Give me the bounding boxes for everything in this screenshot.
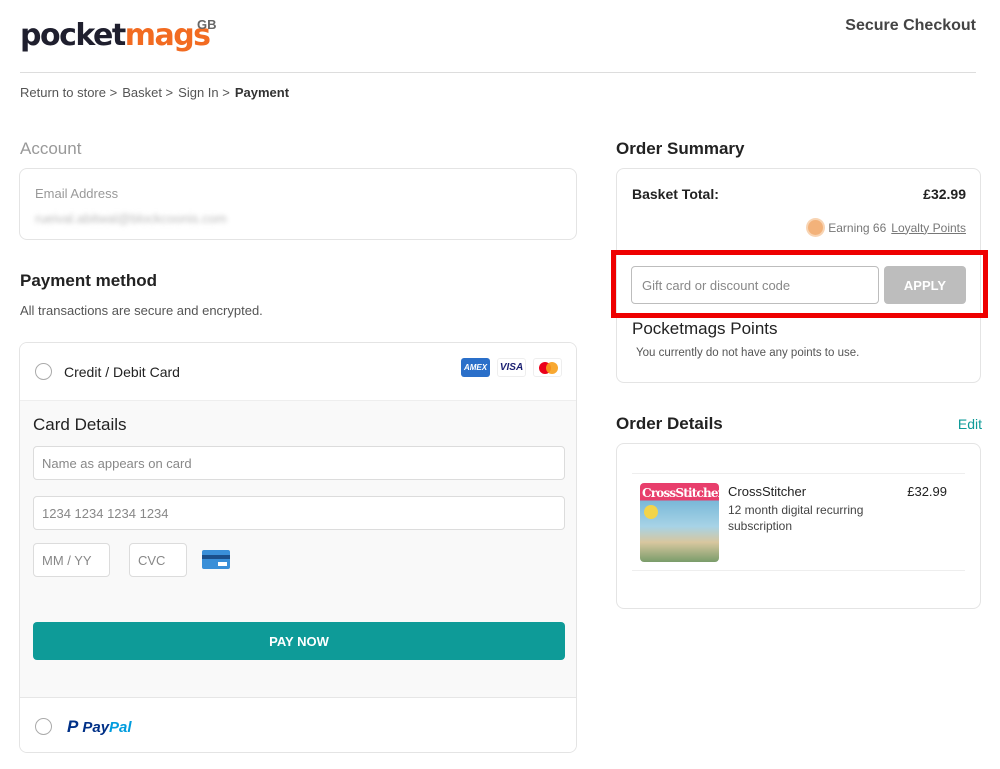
basket-total-value: £32.99 [923, 186, 966, 202]
order-summary-title: Order Summary [616, 139, 745, 158]
breadcrumb-return-to-store[interactable]: Return to store > [20, 85, 117, 100]
secure-checkout-label: Secure Checkout [845, 17, 976, 34]
pocketmags-points-title: Pocketmags Points [632, 319, 778, 338]
points-availability-text: You currently do not have any points to … [636, 347, 860, 359]
discount-highlight-box [611, 250, 988, 318]
order-details-title: Order Details [616, 414, 723, 433]
header-divider [20, 72, 976, 73]
expiry-input[interactable]: MM / YY [33, 543, 110, 577]
cover-badge-icon [644, 505, 658, 519]
payment-method-title: Payment method [20, 271, 157, 290]
mastercard-icon [533, 358, 562, 377]
account-box: Email Address rueival.abitwal@blockcooni… [19, 168, 577, 240]
paypal-option[interactable]: P PayPal [20, 697, 576, 752]
visa-icon: VISA [497, 358, 526, 377]
loyalty-badge-icon [808, 220, 824, 235]
breadcrumb: Return to store > Basket > Sign In > Pay… [20, 85, 289, 100]
paypal-radio[interactable] [35, 718, 52, 735]
payment-security-note: All transactions are secure and encrypte… [20, 303, 263, 318]
basket-total-label: Basket Total: [632, 186, 719, 202]
card-brand-logos: AMEX VISA [461, 358, 562, 377]
card-details-title: Card Details [33, 415, 127, 434]
paypal-icon: P [67, 717, 79, 736]
email-label: Email Address [35, 186, 119, 201]
loyalty-points-link[interactable]: Loyalty Points [891, 221, 966, 235]
product-name: CrossStitcher [728, 484, 807, 499]
card-back-icon [202, 550, 230, 569]
credit-card-option[interactable]: Credit / Debit Card AMEX VISA [20, 343, 576, 401]
pay-now-button[interactable]: PAY NOW [33, 622, 565, 660]
breadcrumb-payment: Payment [234, 85, 290, 100]
amex-icon: AMEX [461, 358, 490, 377]
product-price: £32.99 [907, 484, 947, 499]
breadcrumb-basket[interactable]: Basket > [122, 85, 173, 100]
paypal-text-pal: Pal [109, 718, 132, 736]
breadcrumb-sign-in[interactable]: Sign In > [178, 85, 230, 100]
payment-options-box: Credit / Debit Card AMEX VISA Card Detai… [19, 342, 577, 753]
order-item-divider-top [632, 473, 965, 474]
product-description: 12 month digital recurring subscription [728, 503, 864, 533]
account-title: Account [20, 139, 82, 158]
region-label: GB [197, 17, 217, 32]
order-details-box: CrossStitcher CrossStitcher 12 month dig… [616, 443, 981, 609]
paypal-logo: P PayPal [67, 717, 132, 737]
magazine-cover-image: CrossStitcher [640, 483, 719, 562]
card-number-input[interactable]: 1234 1234 1234 1234 [33, 496, 565, 530]
order-item-divider-bottom [632, 570, 965, 571]
loyalty-points-note: Earning 66 Loyalty Points [808, 220, 966, 235]
edit-order-link[interactable]: Edit [958, 416, 982, 432]
loyalty-earning-text: Earning 66 [828, 220, 887, 235]
cvc-input[interactable]: CVC [129, 543, 187, 577]
email-value: rueival.abitwal@blockcoonis.com [35, 211, 227, 226]
logo-text-pocket: pocket [20, 18, 126, 53]
paypal-text-pay: Pay [82, 718, 110, 736]
pocketmags-logo[interactable]: pocketmags [20, 16, 211, 56]
credit-card-radio[interactable] [35, 363, 52, 380]
cover-masthead: CrossStitcher [642, 486, 719, 500]
cardholder-name-input[interactable]: Name as appears on card [33, 446, 565, 480]
credit-card-label: Credit / Debit Card [64, 364, 180, 380]
